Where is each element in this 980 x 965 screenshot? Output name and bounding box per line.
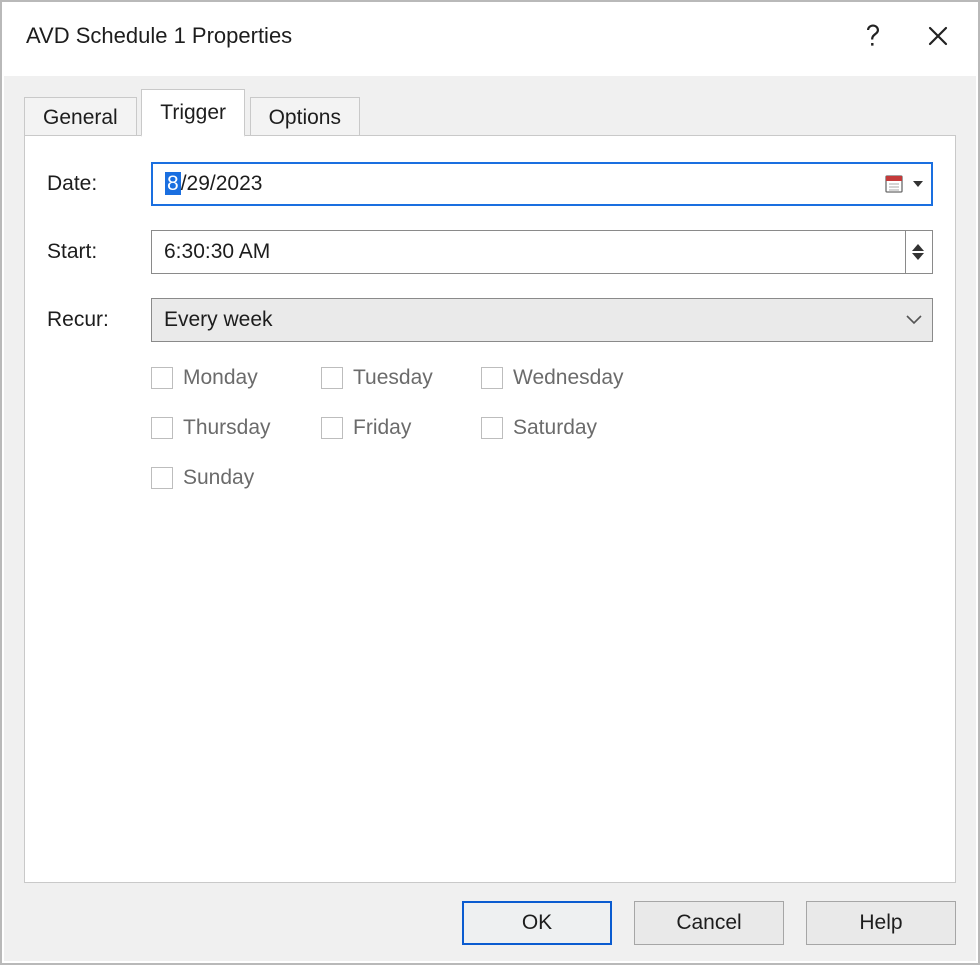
chk-label: Wednesday bbox=[513, 366, 624, 390]
chk-thursday[interactable]: Thursday bbox=[151, 416, 321, 440]
titlebar-actions bbox=[864, 22, 950, 50]
checkbox-icon[interactable] bbox=[151, 467, 173, 489]
row-recur: Recur: Every week bbox=[47, 298, 933, 342]
spin-down-icon[interactable] bbox=[912, 253, 924, 260]
ok-button[interactable]: OK bbox=[462, 901, 612, 945]
start-field[interactable]: 6:30:30 AM bbox=[151, 230, 933, 274]
start-label: Start: bbox=[47, 240, 131, 264]
client-area: General Trigger Options Date: 8/29/2023 bbox=[4, 76, 976, 961]
chk-label: Monday bbox=[183, 366, 258, 390]
recur-label: Recur: bbox=[47, 308, 131, 332]
chk-friday[interactable]: Friday bbox=[321, 416, 481, 440]
date-field[interactable]: 8/29/2023 bbox=[151, 162, 933, 206]
chk-label: Tuesday bbox=[353, 366, 433, 390]
row-start: Start: 6:30:30 AM bbox=[47, 230, 933, 274]
cancel-button[interactable]: Cancel bbox=[634, 901, 784, 945]
tab-general[interactable]: General bbox=[24, 97, 137, 139]
spin-up-icon[interactable] bbox=[912, 244, 924, 251]
checkbox-icon[interactable] bbox=[151, 367, 173, 389]
titlebar: AVD Schedule 1 Properties bbox=[2, 2, 978, 70]
tab-trigger[interactable]: Trigger bbox=[141, 89, 245, 137]
checkbox-icon[interactable] bbox=[151, 417, 173, 439]
calendar-dropdown-icon[interactable] bbox=[885, 174, 923, 194]
help-icon[interactable] bbox=[864, 22, 882, 50]
date-value[interactable]: 8/29/2023 bbox=[165, 172, 885, 196]
dialog-buttons: OK Cancel Help bbox=[462, 901, 956, 945]
date-label: Date: bbox=[47, 172, 131, 196]
chk-label: Thursday bbox=[183, 416, 271, 440]
checkbox-icon[interactable] bbox=[321, 367, 343, 389]
tab-options[interactable]: Options bbox=[250, 97, 360, 139]
chk-label: Saturday bbox=[513, 416, 597, 440]
window-title: AVD Schedule 1 Properties bbox=[26, 23, 292, 49]
start-value[interactable]: 6:30:30 AM bbox=[164, 240, 905, 264]
tab-strip: General Trigger Options bbox=[24, 88, 956, 136]
chk-label: Sunday bbox=[183, 466, 254, 490]
checkbox-icon[interactable] bbox=[481, 417, 503, 439]
chk-wednesday[interactable]: Wednesday bbox=[481, 366, 681, 390]
chk-tuesday[interactable]: Tuesday bbox=[321, 366, 481, 390]
close-icon[interactable] bbox=[926, 24, 950, 48]
recur-combo[interactable]: Every week bbox=[151, 298, 933, 342]
days-grid: Monday Tuesday Wednesday Thursday Friday… bbox=[151, 366, 933, 490]
time-spinner[interactable] bbox=[905, 231, 924, 273]
chk-monday[interactable]: Monday bbox=[151, 366, 321, 390]
chk-saturday[interactable]: Saturday bbox=[481, 416, 681, 440]
help-button[interactable]: Help bbox=[806, 901, 956, 945]
chk-label: Friday bbox=[353, 416, 411, 440]
row-date: Date: 8/29/2023 bbox=[47, 162, 933, 206]
tab-page-trigger: Date: 8/29/2023 Start: 6: bbox=[24, 135, 956, 883]
checkbox-icon[interactable] bbox=[321, 417, 343, 439]
chevron-down-icon[interactable] bbox=[904, 310, 924, 330]
chk-sunday[interactable]: Sunday bbox=[151, 466, 321, 490]
recur-value: Every week bbox=[164, 308, 904, 332]
checkbox-icon[interactable] bbox=[481, 367, 503, 389]
